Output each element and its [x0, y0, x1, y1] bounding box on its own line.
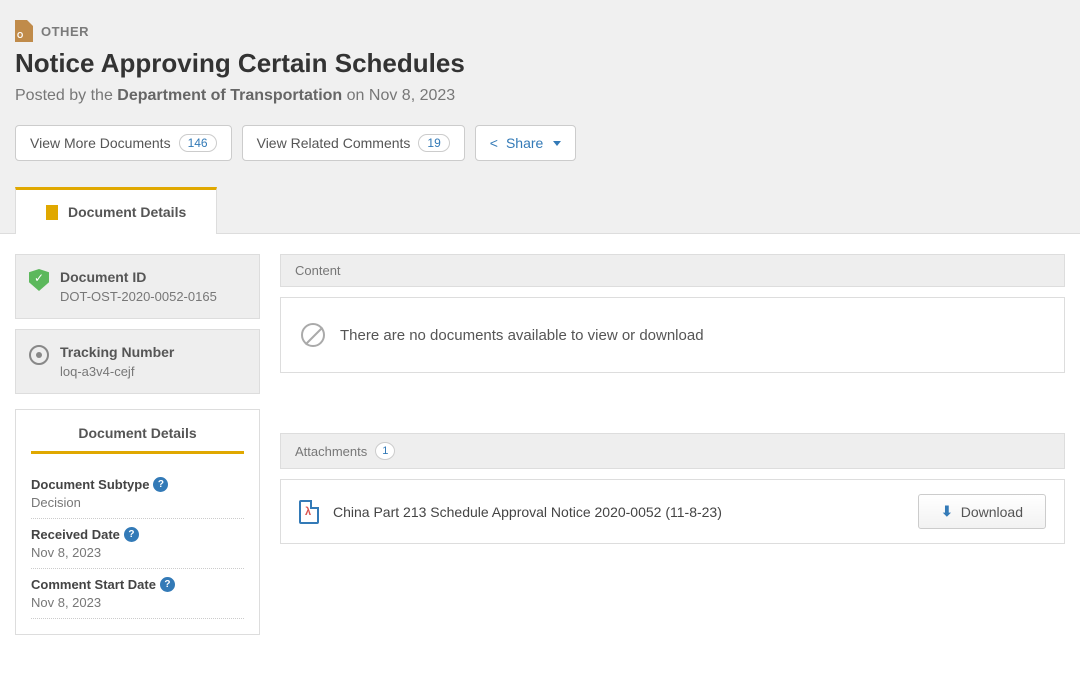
- view-related-count-badge: 19: [418, 134, 449, 152]
- attachments-header-label: Attachments: [295, 444, 367, 459]
- tracking-value: loq-a3v4-cejf: [60, 364, 174, 379]
- tracking-label: Tracking Number: [60, 344, 174, 360]
- view-more-documents-button[interactable]: View More Documents 146: [15, 125, 232, 161]
- share-icon: <: [490, 135, 498, 151]
- view-related-comments-button[interactable]: View Related Comments 19: [242, 125, 465, 161]
- download-label: Download: [961, 504, 1023, 520]
- share-button[interactable]: < Share: [475, 125, 577, 161]
- posted-by: Posted by the Department of Transportati…: [15, 87, 1065, 105]
- pdf-file-icon: [299, 500, 319, 524]
- comment-start-label: Comment Start Date: [31, 577, 156, 592]
- document-type-icon: [15, 20, 33, 42]
- help-icon[interactable]: ?: [153, 477, 168, 492]
- no-documents-message: There are no documents available to view…: [340, 327, 704, 344]
- attachment-title[interactable]: China Part 213 Schedule Approval Notice …: [333, 504, 904, 520]
- doc-type-row: OTHER: [15, 20, 1065, 42]
- document-id-label: Document ID: [60, 269, 217, 285]
- help-icon[interactable]: ?: [124, 527, 139, 542]
- subtype-value: Decision: [31, 495, 244, 510]
- prohibited-icon: [301, 323, 325, 347]
- doc-type-label: OTHER: [41, 24, 89, 39]
- subtype-label: Document Subtype: [31, 477, 149, 492]
- received-label: Received Date: [31, 527, 120, 542]
- attachment-row: China Part 213 Schedule Approval Notice …: [280, 479, 1065, 544]
- document-id-card: Document ID DOT-OST-2020-0052-0165: [15, 254, 260, 319]
- shield-check-icon: [29, 269, 49, 291]
- tab-document-details[interactable]: Document Details: [15, 187, 217, 234]
- posted-prefix: Posted by the: [15, 87, 117, 104]
- share-label: Share: [506, 135, 543, 151]
- content-section-header: Content: [280, 254, 1065, 287]
- view-more-count-badge: 146: [179, 134, 217, 152]
- view-more-label: View More Documents: [30, 135, 171, 151]
- view-related-label: View Related Comments: [257, 135, 411, 151]
- attachments-section-header: Attachments 1: [280, 433, 1065, 469]
- target-icon: [29, 345, 49, 365]
- posted-suffix: on Nov 8, 2023: [342, 87, 455, 104]
- attachments-count-badge: 1: [375, 442, 395, 460]
- document-id-value: DOT-OST-2020-0052-0165: [60, 289, 217, 304]
- received-value: Nov 8, 2023: [31, 545, 244, 560]
- detail-subtype: Document Subtype ? Decision: [31, 469, 244, 519]
- content-header-label: Content: [295, 263, 341, 278]
- chevron-down-icon: [553, 141, 561, 146]
- tracking-number-card: Tracking Number loq-a3v4-cejf: [15, 329, 260, 394]
- content-section-body: There are no documents available to view…: [280, 297, 1065, 373]
- comment-start-value: Nov 8, 2023: [31, 595, 244, 610]
- agency-name: Department of Transportation: [117, 87, 342, 104]
- document-details-panel: Document Details Document Subtype ? Deci…: [15, 409, 260, 635]
- detail-received: Received Date ? Nov 8, 2023: [31, 519, 244, 569]
- document-icon: [46, 205, 58, 220]
- download-icon: ⬇: [941, 503, 953, 520]
- tab-label: Document Details: [68, 204, 186, 220]
- page-title: Notice Approving Certain Schedules: [15, 48, 1065, 79]
- details-panel-header: Document Details: [31, 410, 244, 454]
- help-icon[interactable]: ?: [160, 577, 175, 592]
- detail-comment-start: Comment Start Date ? Nov 8, 2023: [31, 569, 244, 619]
- download-button[interactable]: ⬇ Download: [918, 494, 1046, 529]
